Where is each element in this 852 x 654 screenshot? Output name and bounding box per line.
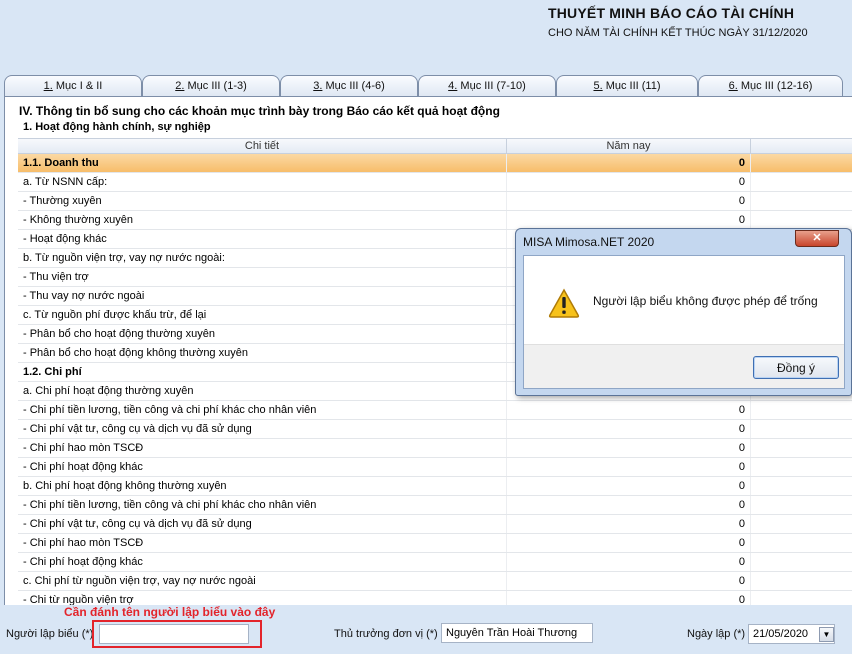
table-row[interactable]: - Chi phí vật tư, công cụ và dịch vụ đã … [18, 420, 852, 439]
row-filler-cell [751, 515, 852, 533]
row-detail-cell[interactable]: - Chi phí tiền lương, tiền công và chi p… [18, 401, 507, 419]
table-row[interactable]: c. Chi phí từ nguồn viện trợ, vay nợ nướ… [18, 572, 852, 591]
table-row[interactable]: b. Chi phí hoạt động không thường xuyên 0 [18, 477, 852, 496]
row-filler-cell [751, 154, 852, 172]
report-subtitle: CHO NĂM TÀI CHÍNH KẾT THÚC NGÀY 31/12/20… [548, 27, 808, 39]
row-detail-cell[interactable]: b. Chi phí hoạt động không thường xuyên [18, 477, 507, 495]
report-title: THUYẾT MINH BÁO CÁO TÀI CHÍNH [548, 5, 795, 21]
row-detail-cell[interactable]: - Phân bổ cho hoạt động thường xuyên [18, 325, 507, 343]
row-filler-cell [751, 401, 852, 419]
row-value-cell[interactable]: 0 [507, 496, 751, 514]
row-detail-cell[interactable]: - Chi phí vật tư, công cụ và dịch vụ đã … [18, 515, 507, 533]
row-filler-cell [751, 496, 852, 514]
head-of-unit-label: Thủ trưởng đơn vị (*) [334, 628, 438, 640]
row-value-cell[interactable]: 0 [507, 458, 751, 476]
dialog-message: Người lập biểu không được phép để trống [593, 294, 818, 308]
row-detail-cell[interactable]: - Thu vay nợ nước ngoài [18, 287, 507, 305]
row-value-cell[interactable]: 0 [507, 401, 751, 419]
row-detail-cell[interactable]: c. Chi phí từ nguồn viện trợ, vay nợ nướ… [18, 572, 507, 590]
row-detail-cell[interactable]: - Chi phí hao mòn TSCĐ [18, 439, 507, 457]
row-detail-cell[interactable]: a. Từ NSNN cấp: [18, 173, 507, 191]
tab-muc-3-4-6[interactable]: 3. Mục III (4-6) [280, 75, 418, 96]
row-value-cell[interactable]: 0 [507, 515, 751, 533]
row-value-cell[interactable]: 0 [507, 173, 751, 191]
row-filler-cell [751, 420, 852, 438]
row-value-cell[interactable]: 0 [507, 154, 751, 172]
date-label: Ngày lập (*) [687, 628, 746, 640]
table-row[interactable]: - Chi từ nguồn viện trợ 0 [18, 591, 852, 605]
tab-muc-3-1-3[interactable]: 2. Mục III (1-3) [142, 75, 280, 96]
warning-icon [548, 288, 580, 318]
row-filler-cell [751, 439, 852, 457]
row-filler-cell [751, 572, 852, 590]
row-filler-cell [751, 477, 852, 495]
column-header-detail[interactable]: Chi tiết [18, 139, 507, 153]
row-detail-cell[interactable]: - Thường xuyên [18, 192, 507, 210]
annotation-highlight-box [92, 620, 262, 648]
row-detail-cell[interactable]: - Thu viện trợ [18, 268, 507, 286]
table-row[interactable]: - Chi phí hoạt động khác 0 [18, 458, 852, 477]
row-filler-cell [751, 173, 852, 191]
section-subtitle: 1. Hoạt động hành chính, sự nghiệp [23, 121, 211, 133]
row-value-cell[interactable]: 0 [507, 211, 751, 229]
row-detail-cell[interactable]: - Chi phí hoạt động khác [18, 553, 507, 571]
row-filler-cell [751, 211, 852, 229]
row-detail-cell[interactable]: a. Chi phí hoạt động thường xuyên [18, 382, 507, 400]
row-detail-cell[interactable]: - Không thường xuyên [18, 211, 507, 229]
head-of-unit-input[interactable] [441, 623, 593, 643]
table-row[interactable]: - Chi phí hao mòn TSCĐ 0 [18, 534, 852, 553]
row-value-cell[interactable]: 0 [507, 477, 751, 495]
row-filler-cell [751, 458, 852, 476]
preparer-label: Người lập biểu (*) [6, 628, 94, 640]
row-filler-cell [751, 553, 852, 571]
dialog-title: MISA Mimosa.NET 2020 [523, 235, 655, 249]
date-dropdown-icon[interactable]: ▼ [819, 627, 834, 642]
row-detail-cell[interactable]: - Chi phí vật tư, công cụ và dịch vụ đã … [18, 420, 507, 438]
table-row[interactable]: 1.1. Doanh thu 0 [18, 154, 852, 173]
tab-muc-1-2[interactable]: 1. Mục I & II [4, 75, 142, 96]
grid-header: Chi tiết Năm nay [18, 138, 852, 154]
dialog-ok-button[interactable]: Đồng ý [753, 356, 839, 379]
row-detail-cell[interactable]: - Chi từ nguồn viện trợ [18, 591, 507, 605]
dialog-body: Người lập biểu không được phép để trống … [523, 255, 845, 389]
tab-muc-3-12-16[interactable]: 6. Mục III (12-16) [698, 75, 843, 96]
row-detail-cell[interactable]: - Chi phí hao mòn TSCĐ [18, 534, 507, 552]
tab-bar: 1. Mục I & II 2. Mục III (1-3) 3. Mục II… [4, 75, 852, 96]
table-row[interactable]: - Chi phí vật tư, công cụ và dịch vụ đã … [18, 515, 852, 534]
row-value-cell[interactable]: 0 [507, 572, 751, 590]
table-row[interactable]: - Chi phí hao mòn TSCĐ 0 [18, 439, 852, 458]
row-filler-cell [751, 591, 852, 605]
row-value-cell[interactable]: 0 [507, 534, 751, 552]
table-row[interactable]: - Chi phí tiền lương, tiền công và chi p… [18, 496, 852, 515]
tab-muc-3-11[interactable]: 5. Mục III (11) [556, 75, 698, 96]
row-value-cell[interactable]: 0 [507, 192, 751, 210]
dialog-message-area: Người lập biểu không được phép để trống [524, 256, 844, 344]
row-value-cell[interactable]: 0 [507, 553, 751, 571]
row-value-cell[interactable]: 0 [507, 591, 751, 605]
dialog-button-area: Đồng ý [524, 344, 844, 388]
annotation-note: Cần đánh tên người lập biểu vào đây [64, 605, 276, 619]
row-detail-cell[interactable]: b. Từ nguồn viện trợ, vay nợ nước ngoài: [18, 249, 507, 267]
row-filler-cell [751, 534, 852, 552]
column-header-filler [751, 139, 852, 153]
section-title: IV. Thông tin bổ sung cho các khoản mục … [19, 104, 500, 118]
row-detail-cell[interactable]: - Phân bổ cho hoạt động không thường xuy… [18, 344, 507, 362]
dialog-close-button[interactable]: ✕ [795, 230, 839, 247]
row-filler-cell [751, 192, 852, 210]
table-row[interactable]: a. Từ NSNN cấp: 0 [18, 173, 852, 192]
error-dialog: MISA Mimosa.NET 2020 ✕ Người lập biểu kh… [515, 228, 852, 396]
row-detail-cell[interactable]: - Chi phí hoạt động khác [18, 458, 507, 476]
column-header-this-year[interactable]: Năm nay [507, 139, 751, 153]
row-detail-cell[interactable]: c. Từ nguồn phí được khấu trừ, để lại [18, 306, 507, 324]
row-detail-cell[interactable]: 1.1. Doanh thu [18, 154, 507, 172]
row-value-cell[interactable]: 0 [507, 420, 751, 438]
table-row[interactable]: - Chi phí hoạt động khác 0 [18, 553, 852, 572]
row-detail-cell[interactable]: - Hoạt động khác [18, 230, 507, 248]
row-detail-cell[interactable]: - Chi phí tiền lương, tiền công và chi p… [18, 496, 507, 514]
row-detail-cell[interactable]: 1.2. Chi phí [18, 363, 507, 381]
table-row[interactable]: - Chi phí tiền lương, tiền công và chi p… [18, 401, 852, 420]
tab-muc-3-7-10[interactable]: 4. Mục III (7-10) [418, 75, 556, 96]
table-row[interactable]: - Thường xuyên 0 [18, 192, 852, 211]
row-value-cell[interactable]: 0 [507, 439, 751, 457]
